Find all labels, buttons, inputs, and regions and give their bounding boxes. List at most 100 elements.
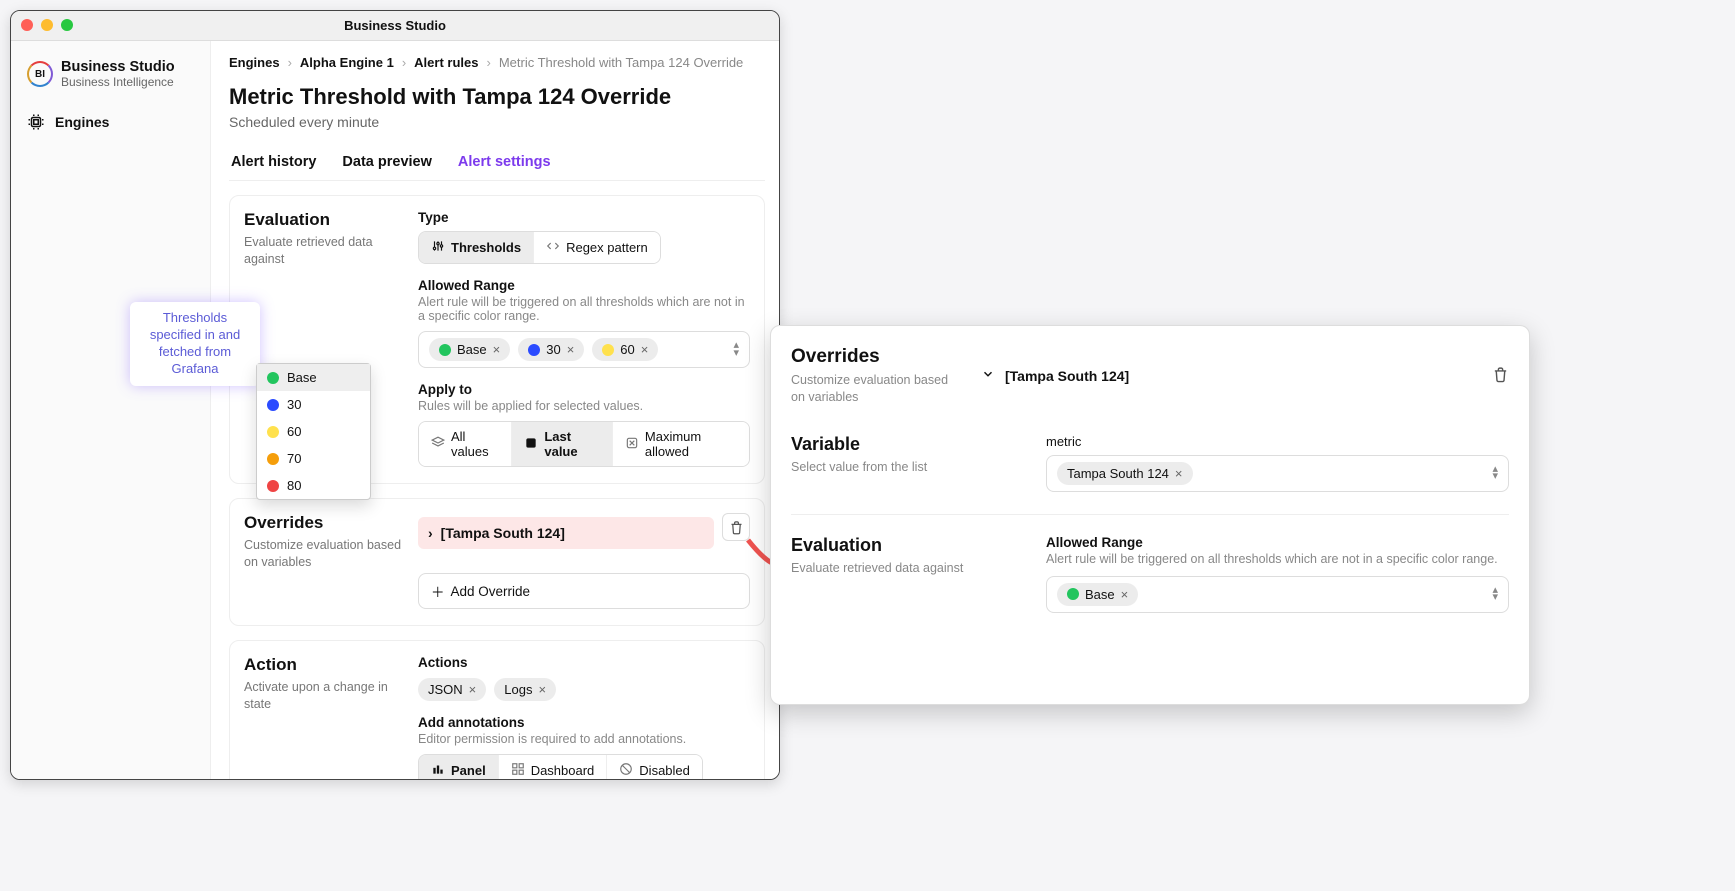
metric-chip[interactable]: Tampa South 124× xyxy=(1057,462,1193,485)
detail-sub: Customize evaluation based on variables xyxy=(791,372,961,406)
minimize-button[interactable] xyxy=(41,19,53,31)
range-chip-base[interactable]: Base× xyxy=(429,338,510,361)
annotations-label: Add annotations xyxy=(418,715,750,730)
action-chip-json[interactable]: JSON× xyxy=(418,678,486,701)
variable-sub: Select value from the list xyxy=(791,459,1026,476)
chevron-updown-icon: ▴▾ xyxy=(733,342,739,357)
delete-override-button[interactable] xyxy=(1492,366,1509,386)
chevron-right-icon: › xyxy=(288,55,292,70)
detail-range-help: Alert rule will be triggered on all thre… xyxy=(1046,552,1509,566)
threshold-popover: Base 30 60 70 80 xyxy=(256,363,371,500)
chevron-right-icon[interactable]: › xyxy=(428,525,433,541)
type-segment: Thresholds Regex pattern xyxy=(418,231,661,264)
applyto-all-button[interactable]: All values xyxy=(419,422,512,466)
chevron-right-icon: › xyxy=(486,55,490,70)
main-window: Business Studio BI Business Studio Busin… xyxy=(10,10,780,780)
chevron-right-icon: › xyxy=(402,55,406,70)
tab-alert-history[interactable]: Alert history xyxy=(229,146,318,180)
overrides-sub: Customize evaluation based on variables xyxy=(244,537,404,571)
annotations-dashboard-button[interactable]: Dashboard xyxy=(499,755,608,779)
detail-heading: Overrides xyxy=(791,346,961,368)
range-select[interactable]: Base× 30× 60× ▴▾ xyxy=(418,331,750,368)
threshold-option[interactable]: 60 xyxy=(257,418,370,445)
max-icon xyxy=(625,436,639,453)
layers-icon xyxy=(431,436,445,453)
sidebar: BI Business Studio Business Intelligence… xyxy=(11,41,211,779)
detail-range-label: Allowed Range xyxy=(1046,535,1509,550)
titlebar: Business Studio xyxy=(11,11,779,41)
cpu-icon xyxy=(27,113,45,131)
threshold-option[interactable]: 80 xyxy=(257,472,370,499)
overrides-heading: Overrides xyxy=(244,513,404,533)
chevron-updown-icon: ▴▾ xyxy=(1492,466,1498,481)
applyto-label: Apply to xyxy=(418,382,750,397)
chevron-down-icon xyxy=(981,367,995,384)
zoom-button[interactable] xyxy=(61,19,73,31)
type-label: Type xyxy=(418,210,750,225)
threshold-option[interactable]: 70 xyxy=(257,445,370,472)
annotation-note: Thresholds specified in and fetched from… xyxy=(130,302,260,386)
code-icon xyxy=(546,239,560,256)
breadcrumb-link[interactable]: Alert rules xyxy=(414,55,478,70)
annotations-disabled-button[interactable]: Disabled xyxy=(607,755,702,779)
brand-name: Business Studio xyxy=(61,59,175,75)
detail-range-select[interactable]: Base× ▴▾ xyxy=(1046,576,1509,613)
action-chip-logs[interactable]: Logs× xyxy=(494,678,556,701)
range-chip-30[interactable]: 30× xyxy=(518,338,584,361)
window-title: Business Studio xyxy=(344,18,446,33)
applyto-max-button[interactable]: Maximum allowed xyxy=(613,422,749,466)
breadcrumb-current: Metric Threshold with Tampa 124 Override xyxy=(499,55,743,70)
remove-icon[interactable]: × xyxy=(1175,466,1183,481)
page-subtitle: Scheduled every minute xyxy=(229,114,765,130)
chart-icon xyxy=(431,762,445,779)
add-override-button[interactable]: ＋ Add Override xyxy=(418,573,750,609)
type-regex-button[interactable]: Regex pattern xyxy=(534,232,660,263)
applyto-segment: All values Last value Maximum allowed xyxy=(418,421,750,467)
detail-eval-sub: Evaluate retrieved data against xyxy=(791,560,1026,577)
override-row[interactable]: › [Tampa South 124] xyxy=(418,517,714,549)
tab-alert-settings[interactable]: Alert settings xyxy=(456,146,553,180)
detail-row-label: [Tampa South 124] xyxy=(1005,368,1129,384)
actions-label: Actions xyxy=(418,655,750,670)
action-heading: Action xyxy=(244,655,404,675)
tabs: Alert history Data preview Alert setting… xyxy=(229,146,765,181)
metric-select[interactable]: Tampa South 124× ▴▾ xyxy=(1046,455,1509,492)
applyto-help: Rules will be applied for selected value… xyxy=(418,399,750,413)
annotations-help: Editor permission is required to add ann… xyxy=(418,732,750,746)
plus-icon: ＋ xyxy=(431,581,445,601)
evaluation-heading: Evaluation xyxy=(244,210,404,230)
variable-heading: Variable xyxy=(791,434,1026,455)
close-button[interactable] xyxy=(21,19,33,31)
brand-sub: Business Intelligence xyxy=(61,75,175,89)
remove-icon[interactable]: × xyxy=(538,682,546,697)
ban-icon xyxy=(619,762,633,779)
sliders-icon xyxy=(431,239,445,256)
breadcrumb: Engines › Alpha Engine 1 › Alert rules › Me… xyxy=(229,55,765,70)
remove-icon[interactable]: × xyxy=(493,342,501,357)
detail-collapse-row[interactable]: [Tampa South 124] xyxy=(981,346,1509,406)
range-chip-60[interactable]: 60× xyxy=(592,338,658,361)
applyto-last-button[interactable]: Last value xyxy=(512,422,613,466)
annotations-panel-button[interactable]: Panel xyxy=(419,755,499,779)
action-section: Action Activate upon a change in state A… xyxy=(229,640,765,779)
metric-label: metric xyxy=(1046,434,1509,449)
detail-range-chip[interactable]: Base× xyxy=(1057,583,1138,606)
threshold-option[interactable]: 30 xyxy=(257,391,370,418)
delete-override-button[interactable] xyxy=(722,513,750,541)
remove-icon[interactable]: × xyxy=(1121,587,1129,602)
remove-icon[interactable]: × xyxy=(641,342,649,357)
page-title: Metric Threshold with Tampa 124 Override xyxy=(229,84,765,110)
threshold-option[interactable]: Base xyxy=(257,364,370,391)
tab-data-preview[interactable]: Data preview xyxy=(340,146,433,180)
breadcrumb-link[interactable]: Engines xyxy=(229,55,280,70)
chevron-updown-icon: ▴▾ xyxy=(1492,587,1498,602)
breadcrumb-link[interactable]: Alpha Engine 1 xyxy=(300,55,394,70)
overrides-section: Overrides Customize evaluation based on … xyxy=(229,498,765,626)
override-detail-panel: Overrides Customize evaluation based on … xyxy=(770,325,1530,705)
type-thresholds-button[interactable]: Thresholds xyxy=(419,232,534,263)
sidebar-item-engines[interactable]: Engines xyxy=(21,103,200,141)
grid-icon xyxy=(511,762,525,779)
remove-icon[interactable]: × xyxy=(567,342,575,357)
detail-eval-heading: Evaluation xyxy=(791,535,1026,556)
remove-icon[interactable]: × xyxy=(469,682,477,697)
